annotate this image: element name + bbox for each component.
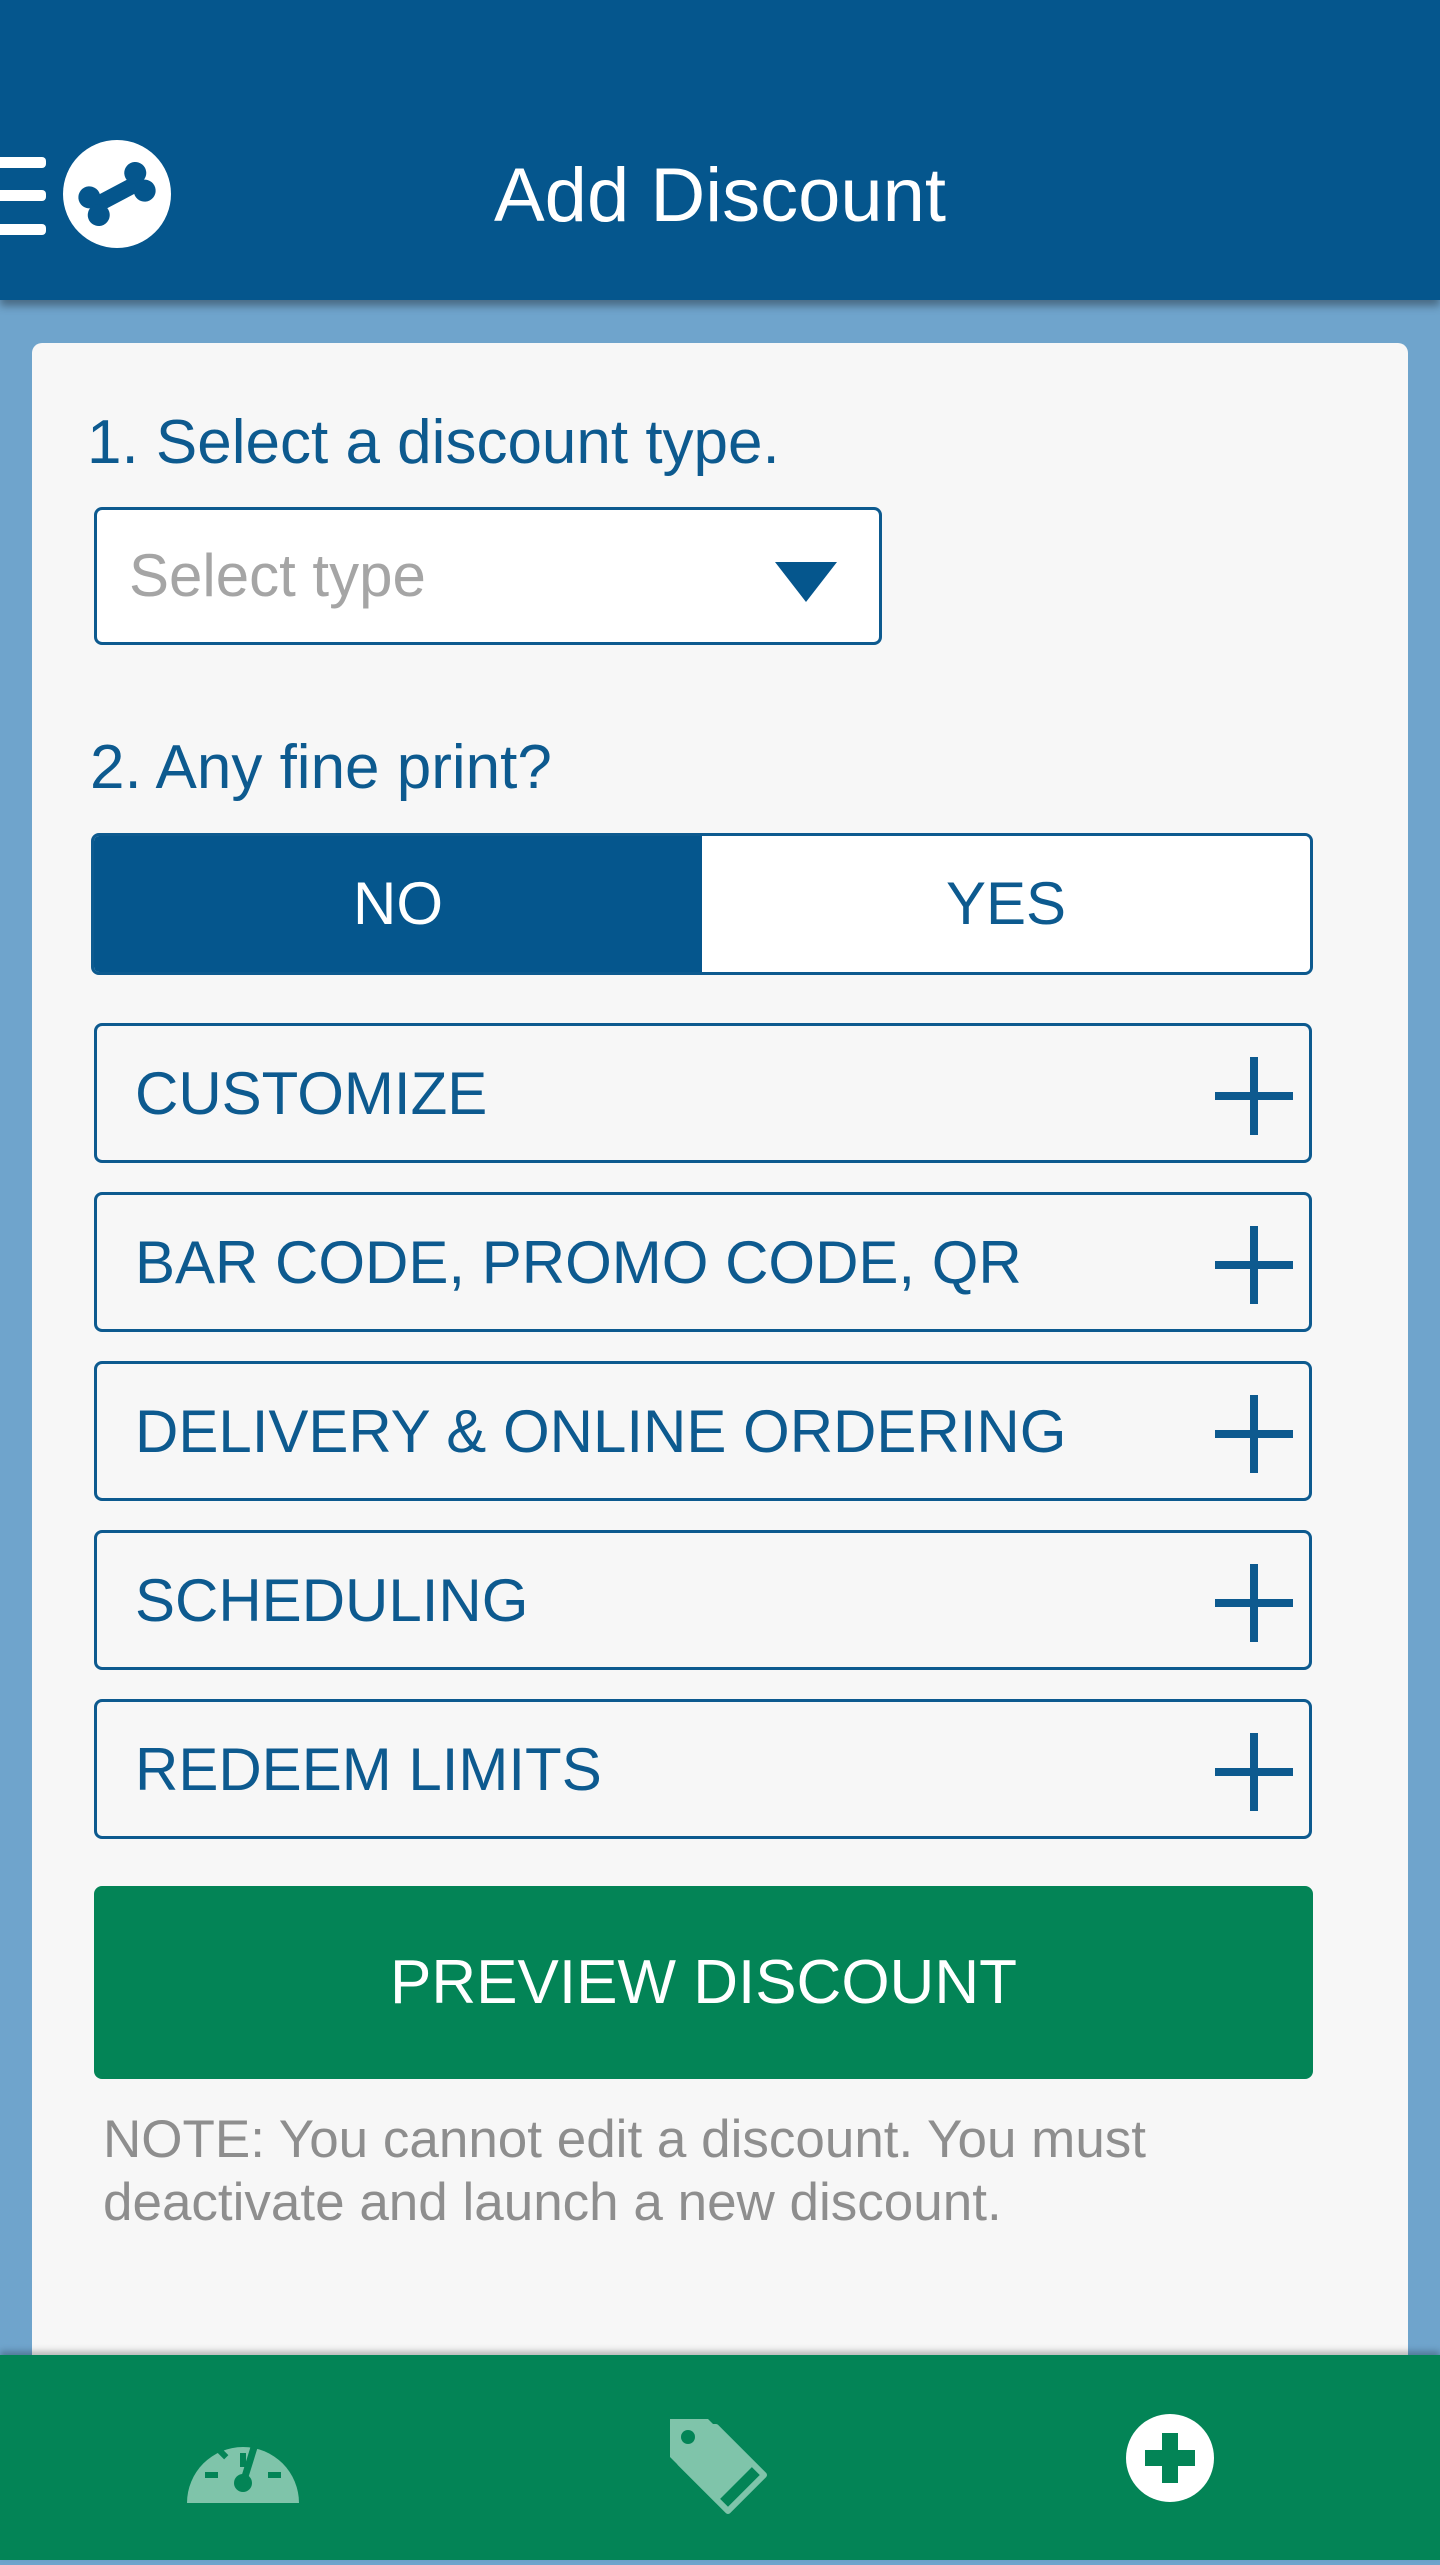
app-bar: Add Discount xyxy=(0,0,1440,300)
fine-print-toggle: NO YES xyxy=(91,833,1313,975)
discount-form-card: 1. Select a discount type. Select type 2… xyxy=(32,343,1408,2393)
nav-item-tags[interactable] xyxy=(612,2355,812,2560)
plus-icon[interactable] xyxy=(1215,1395,1293,1473)
toggle-yes-button[interactable]: YES xyxy=(702,836,1310,972)
toggle-no-button[interactable]: NO xyxy=(94,836,702,972)
section-customize[interactable]: CUSTOMIZE xyxy=(94,1023,1312,1163)
page-title: Add Discount xyxy=(493,153,947,238)
plus-icon[interactable] xyxy=(1215,1733,1293,1811)
section-label: CUSTOMIZE xyxy=(135,1060,488,1127)
preview-discount-button[interactable]: PREVIEW DISCOUNT xyxy=(94,1886,1313,2079)
section-bar-code-promo-code-qr[interactable]: BAR CODE, PROMO CODE, QR xyxy=(94,1192,1312,1332)
plus-icon[interactable] xyxy=(1215,1226,1293,1304)
tags-icon xyxy=(670,2419,767,2514)
section-label: BAR CODE, PROMO CODE, QR xyxy=(135,1229,1022,1296)
bottom-nav xyxy=(0,2355,1440,2560)
section-redeem-limits[interactable]: REDEEM LIMITS xyxy=(94,1699,1312,1839)
dropdown-caret-icon xyxy=(775,562,837,602)
step2-label: 2. Any fine print? xyxy=(90,733,552,802)
step1-label: 1. Select a discount type. xyxy=(87,408,780,477)
section-delivery-online-ordering[interactable]: DELIVERY & ONLINE ORDERING xyxy=(94,1361,1312,1501)
plus-icon[interactable] xyxy=(1215,1564,1293,1642)
note-text: NOTE: You cannot edit a discount. You mu… xyxy=(103,2110,1147,2232)
section-label: SCHEDULING xyxy=(135,1567,529,1634)
section-label: REDEEM LIMITS xyxy=(135,1736,602,1803)
select-placeholder: Select type xyxy=(129,542,426,609)
dashboard-gauge-icon xyxy=(187,2437,299,2503)
discount-type-select[interactable]: Select type xyxy=(94,507,882,645)
plus-icon[interactable] xyxy=(1215,1057,1293,1135)
section-label: DELIVERY & ONLINE ORDERING xyxy=(135,1398,1067,1465)
section-scheduling[interactable]: SCHEDULING xyxy=(94,1530,1312,1670)
nav-item-add[interactable] xyxy=(1070,2355,1270,2560)
add-circle-icon xyxy=(1126,2414,1214,2502)
nav-item-dashboard[interactable] xyxy=(143,2355,343,2560)
